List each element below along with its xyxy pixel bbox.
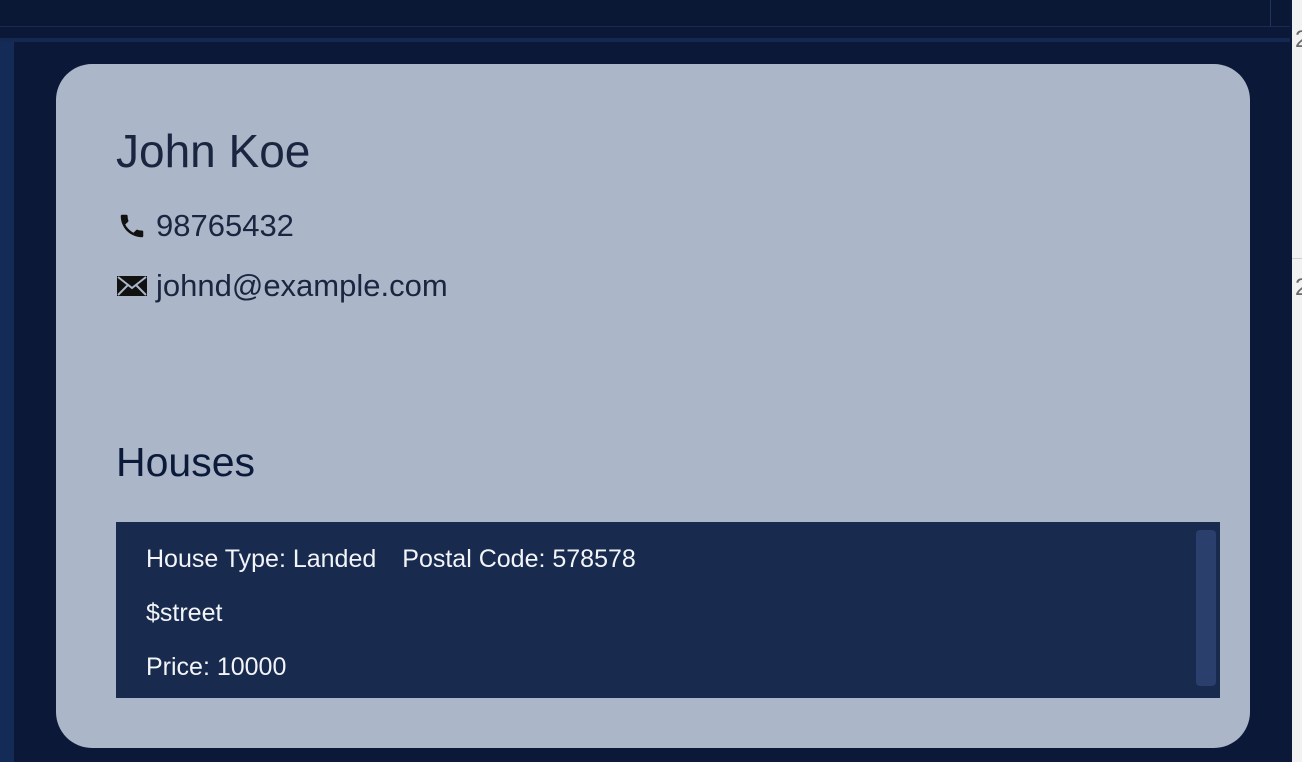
top-bar-divider [1270,0,1271,26]
house-list-scrollbar[interactable] [1196,530,1216,686]
left-panel-edge [0,42,14,762]
person-name: John Koe [116,125,311,177]
house-list[interactable]: House Type: Landed Postal Code: 578578 $s… [116,522,1220,698]
adjacent-panel-glyph: 2 [1295,274,1302,301]
header-stripe [0,38,1290,42]
phone-number: 98765432 [156,208,294,243]
top-bar [0,0,1290,27]
postal-code: Postal Code: 578578 [402,545,636,573]
adjacent-panel-divider [1292,258,1302,259]
house-price: Price: 10000 [146,653,287,681]
adjacent-panel-glyph: 2 [1295,26,1302,53]
person-detail-card: John Koe 98765432 johnd@example.com Hous… [56,64,1250,748]
envelope-icon [116,270,148,302]
email-row: johnd@example.com [116,268,448,304]
houses-heading: Houses [116,439,256,485]
house-list-item[interactable]: House Type: Landed Postal Code: 578578 $s… [146,540,636,698]
house-street: $street [146,599,223,627]
house-type: House Type: Landed [146,545,377,573]
house-type-postal-line: House Type: Landed Postal Code: 578578 [146,540,636,594]
phone-row: 98765432 [116,208,294,244]
phone-icon [116,210,148,242]
email-address: johnd@example.com [156,268,448,303]
adjacent-panel-edge: 2 2 [1292,0,1302,762]
